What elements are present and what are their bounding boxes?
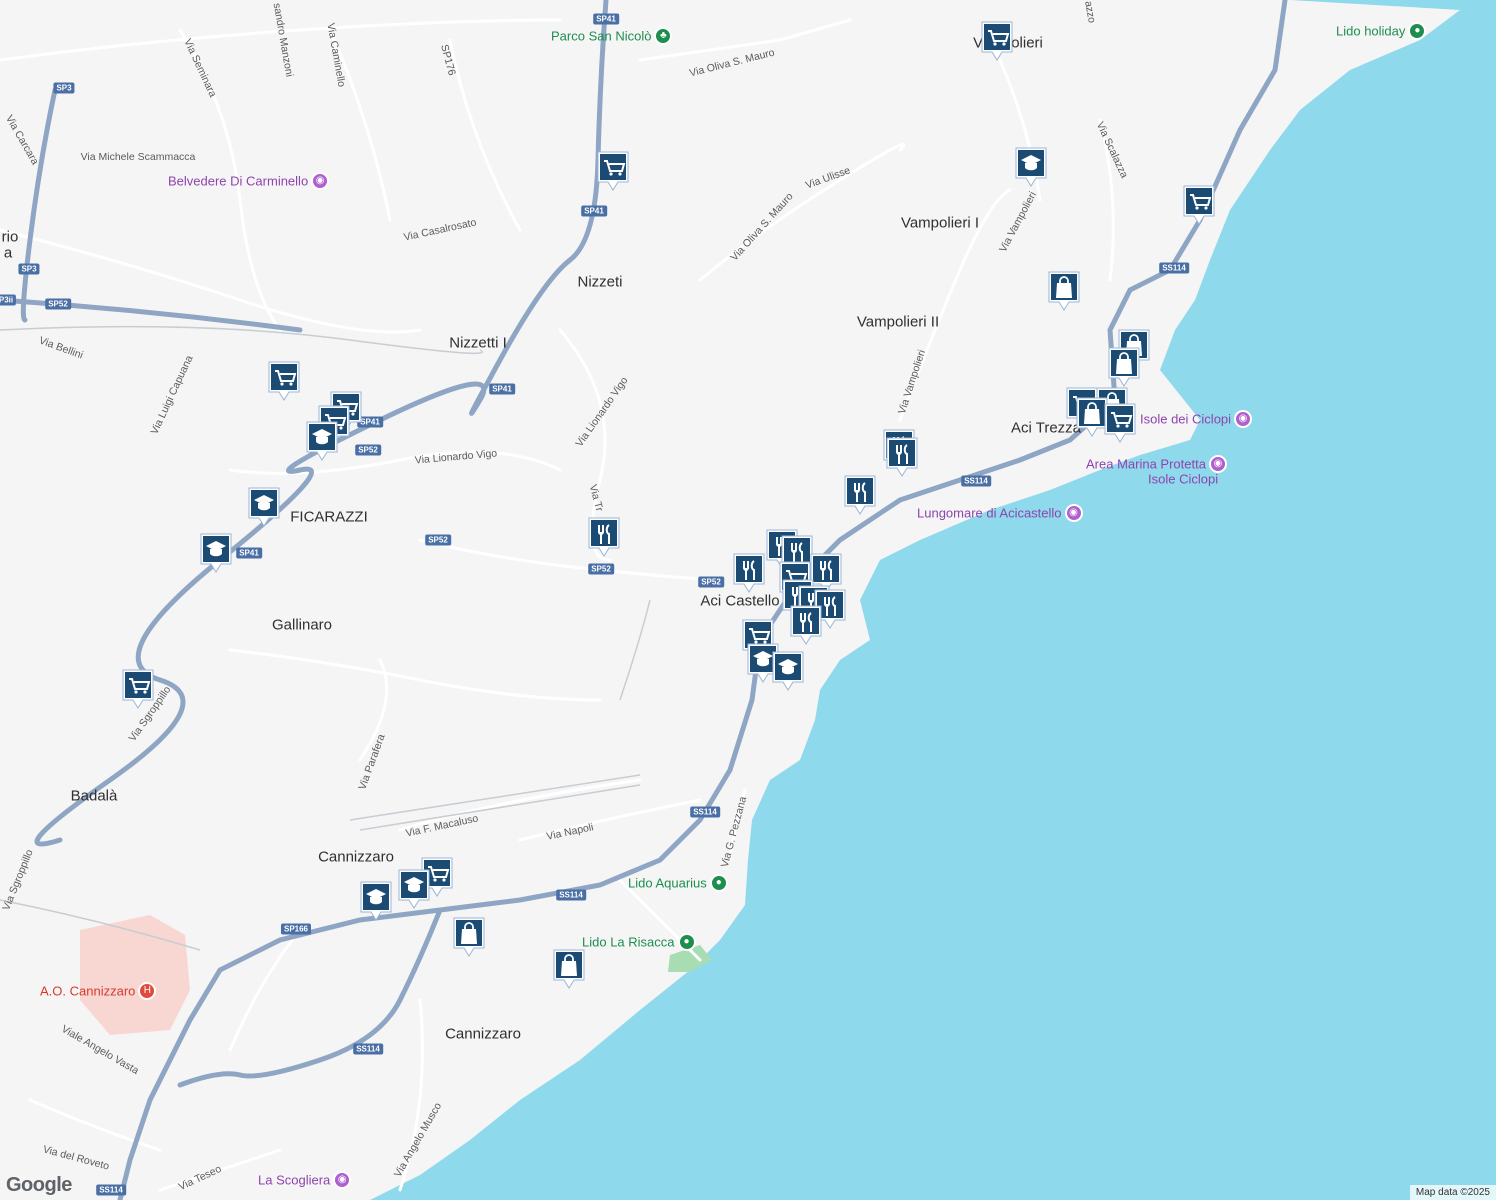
tree-icon[interactable]: ♣ bbox=[654, 27, 673, 45]
poi-label[interactable]: Lungomare di Acicastello bbox=[917, 506, 1062, 521]
poi-label[interactable]: La Scogliera bbox=[258, 1173, 330, 1188]
shopping-bag-icon[interactable] bbox=[1107, 346, 1141, 388]
poi-label[interactable]: Isole dei Ciclopi bbox=[1140, 412, 1231, 427]
poi-label[interactable]: A.O. Cannizzaro bbox=[40, 984, 135, 999]
road-shield: SS114 bbox=[690, 806, 720, 818]
shopping-cart-icon[interactable] bbox=[980, 20, 1014, 62]
restaurant-icon[interactable] bbox=[789, 604, 823, 646]
shopping-cart-icon[interactable] bbox=[267, 360, 301, 402]
road-shield: SS114 bbox=[1159, 262, 1189, 274]
school-icon[interactable] bbox=[199, 532, 233, 574]
pin-icon[interactable]: ● bbox=[677, 933, 696, 951]
hospital-icon[interactable]: H bbox=[138, 982, 157, 1000]
poi-label[interactable]: Isole Ciclopi bbox=[1148, 472, 1218, 487]
road-shield: SP52 bbox=[698, 576, 724, 588]
restaurant-icon[interactable] bbox=[843, 474, 877, 516]
school-icon[interactable] bbox=[359, 880, 393, 922]
road-shield: SP52 bbox=[588, 563, 614, 575]
school-icon[interactable] bbox=[1014, 146, 1048, 188]
shopping-cart-icon[interactable] bbox=[121, 668, 155, 710]
camera-icon[interactable]: ◉ bbox=[311, 172, 330, 190]
shopping-cart-icon[interactable] bbox=[1103, 402, 1137, 444]
camera-icon[interactable]: ◉ bbox=[1234, 410, 1253, 428]
poi-label[interactable]: Lido Aquarius bbox=[628, 876, 707, 891]
shopping-cart-icon[interactable] bbox=[1182, 184, 1216, 226]
road-shield: SS114 bbox=[96, 1184, 126, 1196]
school-icon[interactable] bbox=[771, 650, 805, 692]
restaurant-icon[interactable] bbox=[732, 552, 766, 594]
road-shield: SS114 bbox=[353, 1043, 383, 1055]
shopping-bag-icon[interactable] bbox=[552, 948, 586, 990]
poi-label[interactable]: Lido holiday bbox=[1336, 24, 1405, 39]
poi-label[interactable]: Belvedere Di Carminello bbox=[168, 174, 308, 189]
poi-label[interactable]: Lido La Risacca bbox=[582, 935, 675, 950]
road-shield: SP3 bbox=[18, 263, 40, 275]
google-logo: Google bbox=[6, 1174, 72, 1196]
camera-icon[interactable]: ◉ bbox=[1208, 455, 1227, 473]
shopping-bag-icon[interactable] bbox=[1047, 270, 1081, 312]
road-shield: SP166 bbox=[280, 923, 312, 935]
shopping-bag-icon[interactable] bbox=[452, 916, 486, 958]
camera-icon[interactable]: ◉ bbox=[333, 1171, 352, 1189]
camera-icon[interactable]: ◉ bbox=[1064, 504, 1083, 522]
road-shield: SP3 bbox=[53, 82, 75, 94]
road-shield: SP41 bbox=[581, 205, 607, 217]
poi-label[interactable]: Parco San Nicolò bbox=[551, 29, 651, 44]
restaurant-icon[interactable] bbox=[587, 516, 621, 558]
school-icon[interactable] bbox=[305, 420, 339, 462]
road-shield: SS114 bbox=[961, 475, 991, 487]
road-shield: SP41 bbox=[236, 547, 262, 559]
shopping-cart-icon[interactable] bbox=[596, 150, 630, 192]
road-shield: SP41 bbox=[489, 383, 515, 395]
map-attribution[interactable]: Map data ©2025 bbox=[1409, 1185, 1496, 1200]
road-shield: SP41 bbox=[593, 13, 619, 25]
road-shield: SP52 bbox=[355, 444, 381, 456]
road-shield: P3ii bbox=[0, 294, 17, 306]
road-shield: SP52 bbox=[425, 534, 451, 546]
road-shield: SP52 bbox=[45, 298, 71, 310]
school-icon[interactable] bbox=[247, 486, 281, 528]
restaurant-icon[interactable] bbox=[885, 436, 919, 478]
pin-icon[interactable]: ● bbox=[1408, 22, 1427, 40]
pin-icon[interactable]: ● bbox=[709, 874, 728, 892]
road-shield: SS114 bbox=[556, 889, 586, 901]
poi-label[interactable]: Area Marina Protetta bbox=[1086, 457, 1206, 472]
school-icon[interactable] bbox=[397, 868, 431, 910]
